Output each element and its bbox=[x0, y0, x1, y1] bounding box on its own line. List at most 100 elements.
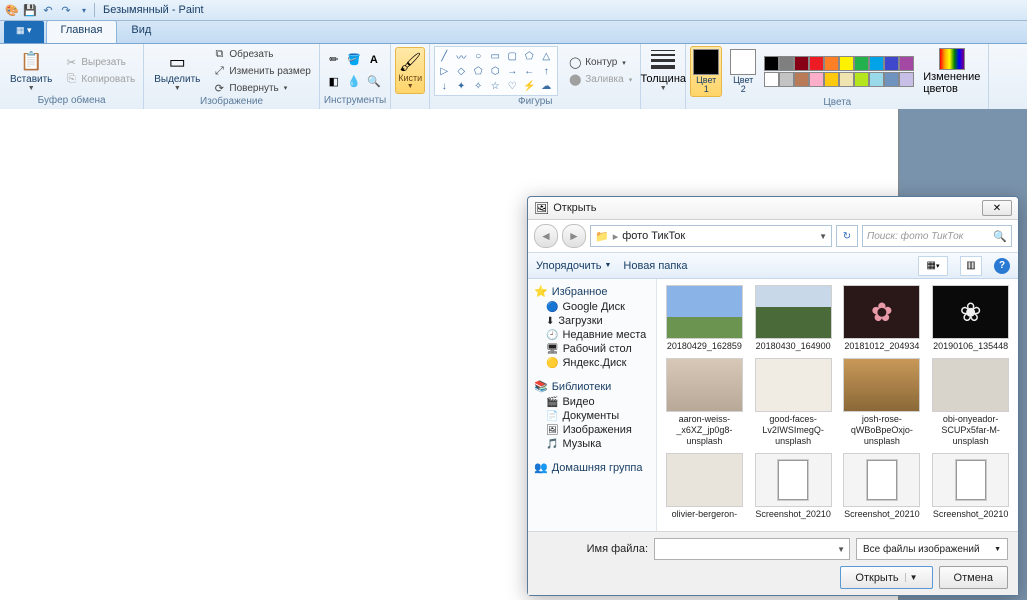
file-item[interactable]: Screenshot_20210 bbox=[752, 453, 835, 520]
crop-button[interactable]: ⧉Обрезать bbox=[208, 46, 314, 62]
color1-button[interactable]: Цвет 1 bbox=[690, 46, 722, 97]
palette-color[interactable] bbox=[764, 72, 779, 87]
file-item[interactable]: good-faces-Lv2IWSImegQ-unsplash bbox=[752, 358, 835, 447]
nav-item[interactable]: 🖥Рабочий стол bbox=[528, 342, 656, 356]
help-button[interactable]: ? bbox=[994, 258, 1010, 274]
cut-button[interactable]: ✂Вырезать bbox=[60, 54, 139, 70]
pencil-tool[interactable]: ✏ bbox=[324, 50, 344, 70]
file-list[interactable]: 20180429_162859 20180430_16490020181012_2… bbox=[657, 279, 1018, 531]
palette-color[interactable] bbox=[809, 56, 824, 71]
file-item[interactable]: olivier-bergeron- bbox=[663, 453, 746, 520]
copy-button[interactable]: ⎘Копировать bbox=[60, 71, 139, 87]
palette-color[interactable] bbox=[779, 56, 794, 71]
palette-color[interactable] bbox=[854, 72, 869, 87]
palette-color[interactable] bbox=[794, 56, 809, 71]
file-name: 20180429_162859 bbox=[664, 341, 744, 352]
redo-icon[interactable]: ↷ bbox=[58, 2, 74, 18]
file-tab[interactable]: ▦ ▾ bbox=[4, 21, 44, 43]
zoom-tool[interactable]: 🔍 bbox=[364, 72, 384, 92]
picker-tool[interactable]: 💧 bbox=[344, 72, 364, 92]
palette-color[interactable] bbox=[764, 56, 779, 71]
file-item[interactable]: 20180430_164900 bbox=[752, 285, 835, 352]
edit-colors-button[interactable]: Изменение цветов bbox=[919, 48, 984, 95]
palette-color[interactable] bbox=[839, 72, 854, 87]
group-size: Толщина ▼ bbox=[641, 44, 686, 109]
nav-item[interactable]: 🖼Изображения bbox=[528, 423, 656, 437]
brushes-button[interactable]: 🖌 Кисти ▼ bbox=[395, 47, 425, 94]
address-bar[interactable]: 📁 ▸ фото ТикТок ▼ bbox=[590, 225, 832, 247]
dialog-titlebar[interactable]: 🖼 Открыть ✕ bbox=[528, 197, 1018, 220]
select-button[interactable]: ▭ Выделить ▼ bbox=[148, 48, 206, 94]
text-tool[interactable]: A bbox=[364, 50, 384, 70]
shape-gallery[interactable]: ╱〰○▭▢⬠△ ▷◇⬠⬡→←↑ ↓✦✧☆♡⚡☁ bbox=[434, 46, 558, 96]
qat-dropdown-icon[interactable]: ▾ bbox=[76, 2, 92, 18]
size-button[interactable]: Толщина ▼ bbox=[645, 48, 681, 93]
filename-input[interactable]: ▼ bbox=[654, 538, 850, 560]
file-thumbnail bbox=[843, 453, 920, 507]
palette-color[interactable] bbox=[869, 72, 884, 87]
palette-color[interactable] bbox=[824, 72, 839, 87]
color2-button[interactable]: Цвет 2 bbox=[728, 47, 758, 96]
file-name: Screenshot_20210 bbox=[931, 509, 1011, 520]
palette-color[interactable] bbox=[899, 56, 914, 71]
file-item[interactable]: aaron-weiss-_x6XZ_jp0g8-unsplash bbox=[663, 358, 746, 447]
new-folder-button[interactable]: Новая папка bbox=[623, 260, 687, 272]
palette-color[interactable] bbox=[854, 56, 869, 71]
rotate-button[interactable]: ⟳Повернуть▾ bbox=[208, 80, 314, 96]
search-input[interactable]: Поиск: фото ТикТок 🔍 bbox=[862, 225, 1012, 247]
nav-homegroup[interactable]: 👥Домашняя группа bbox=[528, 459, 656, 476]
nav-item[interactable]: ⬇Загрузки bbox=[528, 314, 656, 328]
back-button[interactable]: ◄ bbox=[534, 224, 558, 248]
file-item[interactable]: obi-onyeador-SCUPx5far-M-unsplash bbox=[929, 358, 1012, 447]
nav-item[interactable]: 🎵Музыка bbox=[528, 437, 656, 451]
palette-color[interactable] bbox=[869, 56, 884, 71]
file-thumbnail bbox=[666, 358, 743, 412]
preview-pane-button[interactable]: ▥ bbox=[960, 256, 982, 276]
file-item[interactable]: josh-rose-qWBoBpeOxjo-unsplash bbox=[841, 358, 924, 447]
nav-favorites[interactable]: ⭐Избранное bbox=[528, 283, 656, 300]
palette-color[interactable] bbox=[839, 56, 854, 71]
palette-color[interactable] bbox=[884, 56, 899, 71]
tab-home[interactable]: Главная bbox=[46, 20, 118, 43]
nav-item[interactable]: 📄Документы bbox=[528, 409, 656, 423]
paint-icon[interactable]: 🎨 bbox=[4, 2, 20, 18]
fill-tool[interactable]: 🪣 bbox=[344, 50, 364, 70]
palette-color[interactable] bbox=[824, 56, 839, 71]
nav-item[interactable]: 🔵Google Диск bbox=[528, 300, 656, 314]
shape-outline-button[interactable]: ◯Контур▾ bbox=[564, 55, 636, 71]
resize-button[interactable]: ⤢Изменить размер bbox=[208, 63, 314, 79]
chevron-down-icon[interactable]: ▼ bbox=[819, 232, 827, 241]
filetype-filter[interactable]: Все файлы изображений▼ bbox=[856, 538, 1008, 560]
close-button[interactable]: ✕ bbox=[982, 200, 1012, 216]
scissors-icon: ✂ bbox=[64, 55, 78, 69]
view-button[interactable]: ▦ ▾ bbox=[918, 256, 948, 276]
paste-button[interactable]: 📋 Вставить ▼ bbox=[4, 48, 58, 94]
nav-item[interactable]: 🎬Видео bbox=[528, 395, 656, 409]
file-item[interactable]: 20181012_204934 bbox=[841, 285, 924, 352]
organize-button[interactable]: Упорядочить▼ bbox=[536, 260, 611, 272]
palette-color[interactable] bbox=[884, 72, 899, 87]
chevron-down-icon[interactable]: ▼ bbox=[905, 573, 918, 582]
palette-color[interactable] bbox=[899, 72, 914, 87]
nav-libraries[interactable]: 📚Библиотеки bbox=[528, 378, 656, 395]
undo-icon[interactable]: ↶ bbox=[40, 2, 56, 18]
nav-item[interactable]: 🟡Яндекс.Диск bbox=[528, 356, 656, 370]
cancel-button[interactable]: Отмена bbox=[939, 566, 1008, 589]
tab-view[interactable]: Вид bbox=[117, 21, 165, 43]
file-item[interactable]: 20190106_135448 bbox=[929, 285, 1012, 352]
nav-item[interactable]: 🕘Недавние места bbox=[528, 328, 656, 342]
forward-button[interactable]: ► bbox=[562, 224, 586, 248]
file-item[interactable]: Screenshot_20210 bbox=[929, 453, 1012, 520]
open-button[interactable]: Открыть▼ bbox=[840, 566, 932, 589]
file-item[interactable]: 20180429_162859 bbox=[663, 285, 746, 352]
shape-fill-button[interactable]: ⬤Заливка▾ bbox=[564, 72, 636, 88]
save-icon[interactable]: 💾 bbox=[22, 2, 38, 18]
palette-color[interactable] bbox=[779, 72, 794, 87]
palette-color[interactable] bbox=[809, 72, 824, 87]
palette-color[interactable] bbox=[794, 72, 809, 87]
eraser-tool[interactable]: ◧ bbox=[324, 72, 344, 92]
refresh-button[interactable]: ↻ bbox=[836, 225, 858, 247]
paste-icon: 📋 bbox=[19, 50, 43, 74]
chevron-down-icon[interactable]: ▼ bbox=[833, 545, 849, 554]
file-item[interactable]: Screenshot_20210 bbox=[841, 453, 924, 520]
